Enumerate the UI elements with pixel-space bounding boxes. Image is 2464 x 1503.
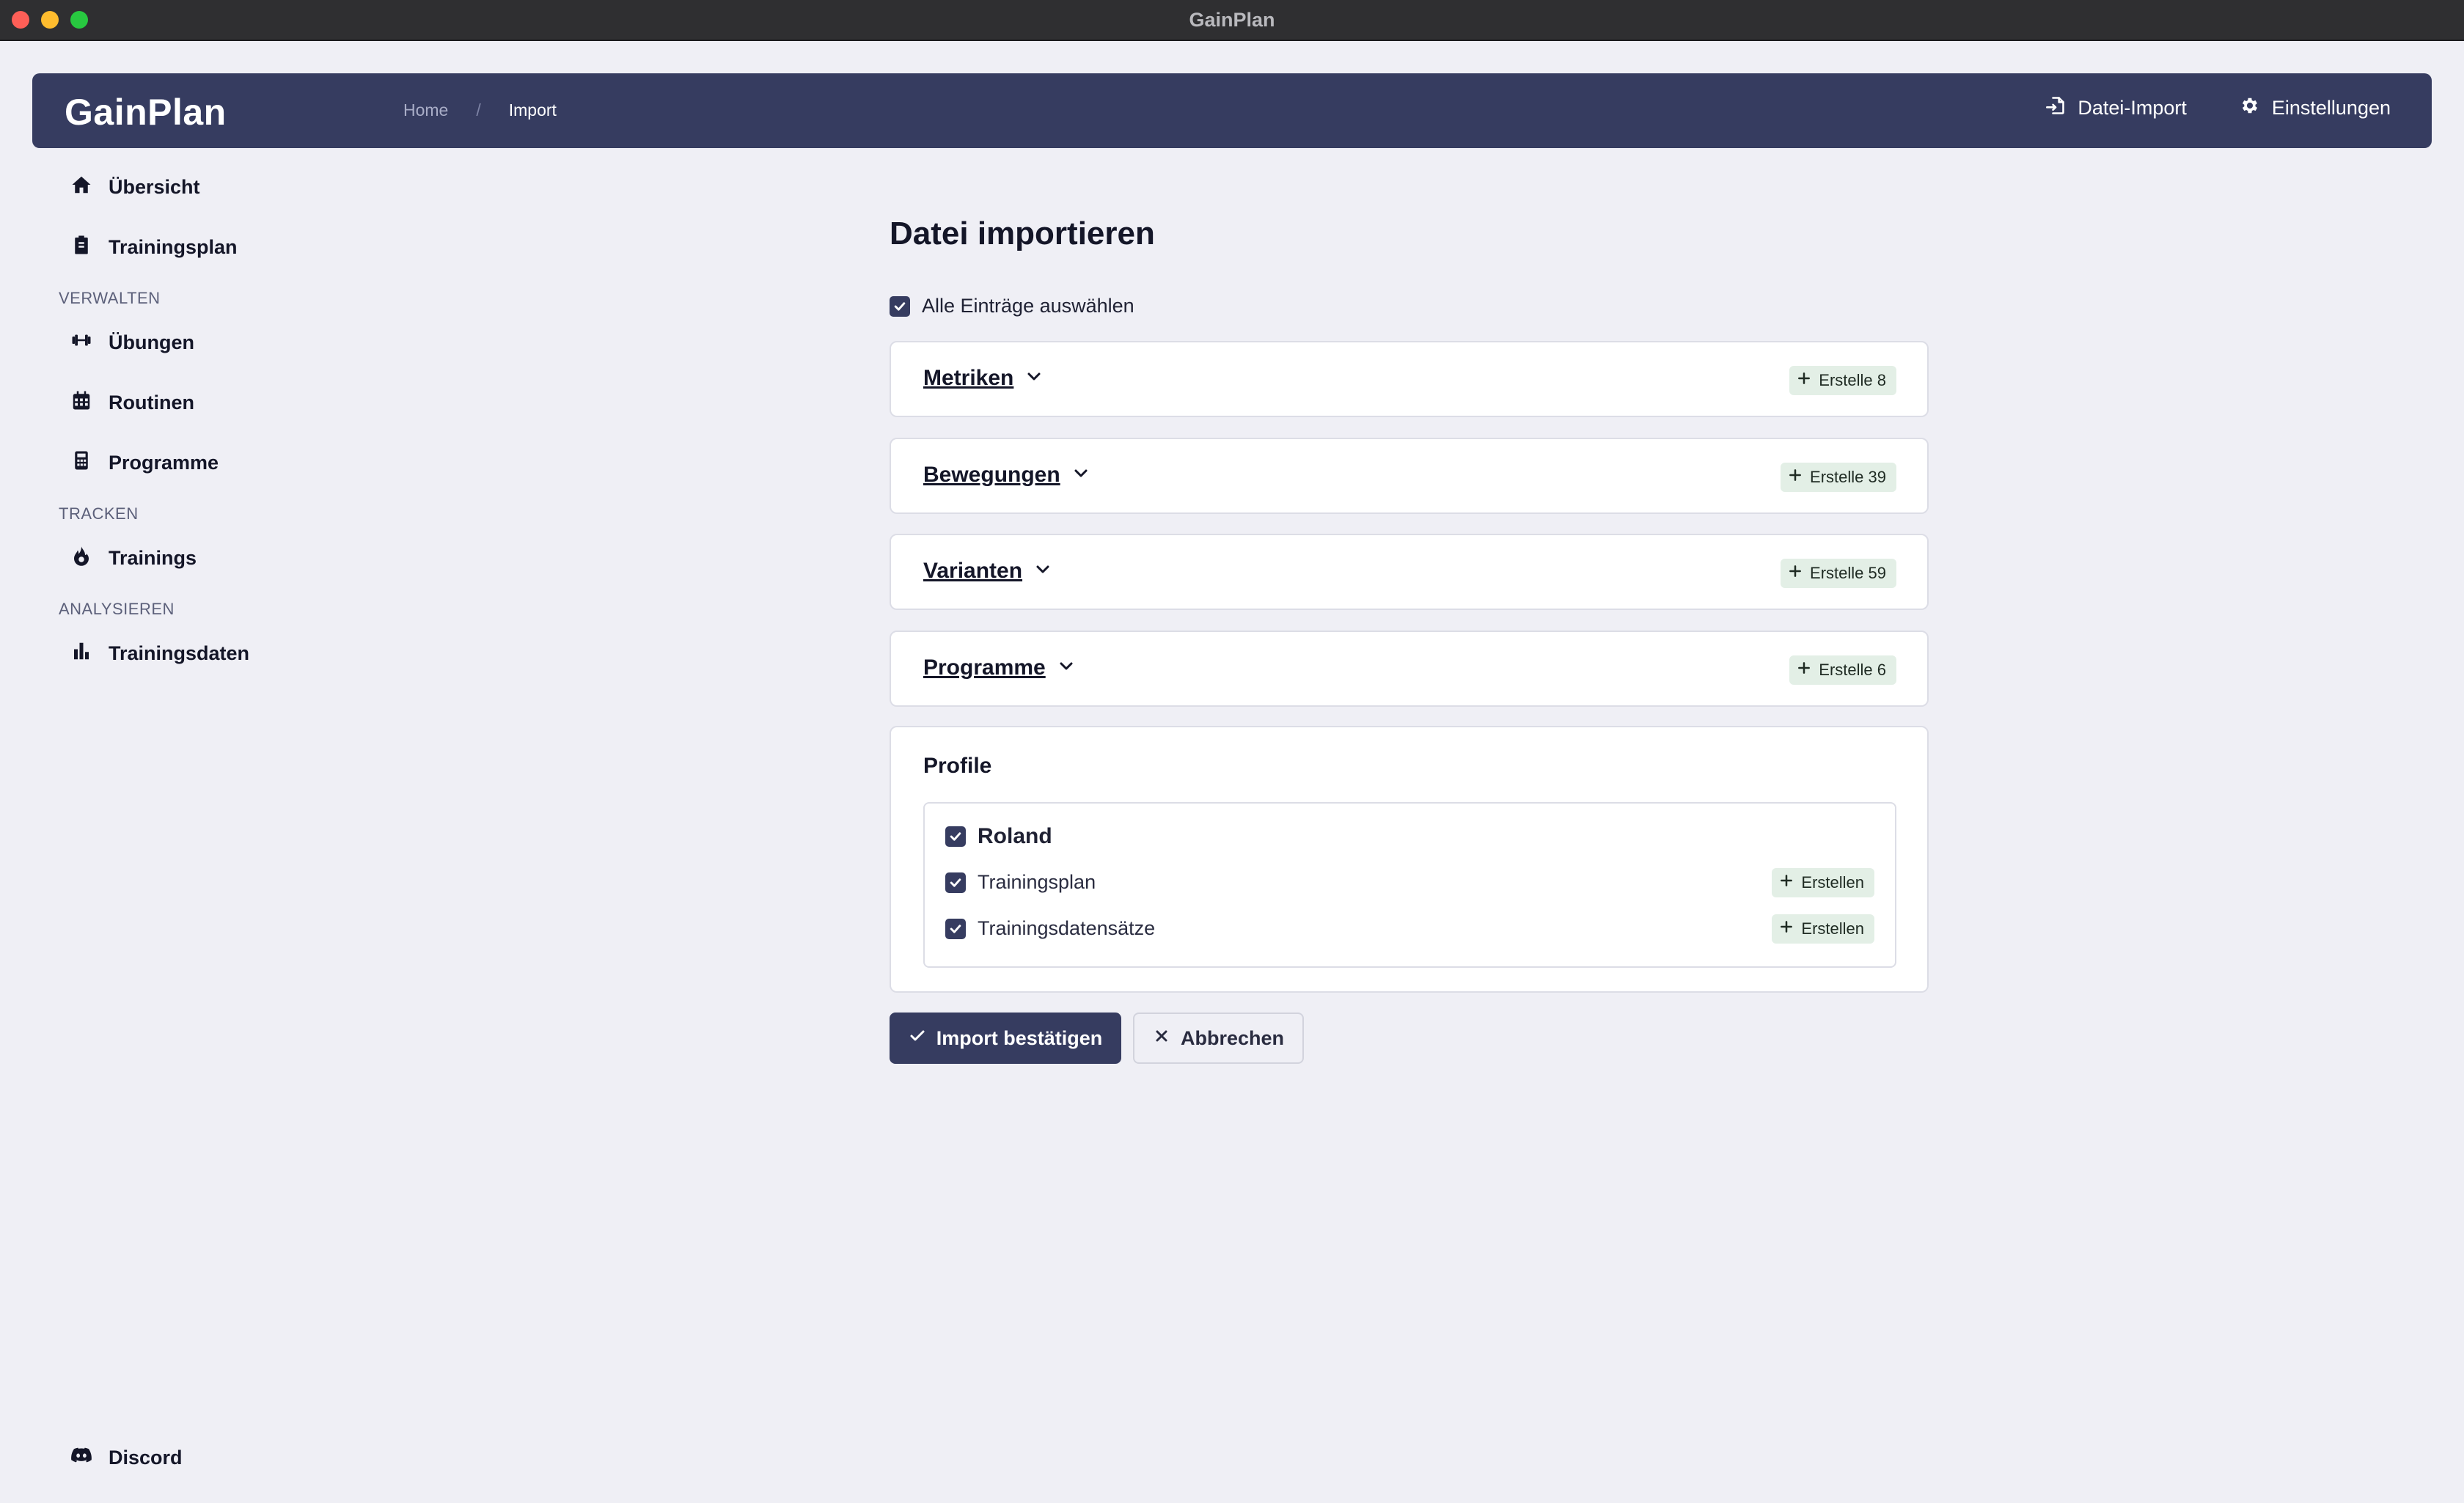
plus-icon bbox=[1788, 468, 1803, 487]
profiles-card: Profile Roland Trainingsplan Erstellen T… bbox=[890, 726, 1929, 993]
window-title: GainPlan bbox=[1189, 9, 1275, 31]
sidebar-item-trainingsdaten[interactable]: Trainingsdaten bbox=[70, 635, 367, 672]
sidebar-section-title: ANALYSIEREN bbox=[59, 600, 175, 618]
sidebar-item-label: Trainingsdaten bbox=[109, 642, 250, 664]
flame-icon bbox=[70, 545, 92, 572]
profile-option-row[interactable]: Trainingsdatensätze Erstellen bbox=[945, 914, 1874, 944]
file-import-button[interactable]: Datei-Import bbox=[2045, 95, 2187, 121]
app-header: GainPlan Home / Import Datei-Import Eins… bbox=[32, 73, 2432, 148]
breadcrumb: Home / Import bbox=[403, 100, 557, 120]
file-import-label: Datei-Import bbox=[2078, 97, 2187, 119]
accordion-metriken[interactable]: Metriken Erstelle 8 bbox=[890, 341, 1929, 417]
checkbox-checked[interactable] bbox=[945, 826, 966, 847]
profiles-heading: Profile bbox=[923, 754, 992, 778]
sidebar-item-overview[interactable]: Übersicht bbox=[70, 169, 367, 205]
create-badge: Erstellen bbox=[1772, 868, 1874, 897]
profile-option-label: Trainingsplan bbox=[978, 871, 1096, 893]
accordion-label: Metriken bbox=[923, 366, 1014, 390]
sidebar-item-label: Routinen bbox=[109, 391, 194, 414]
sidebar-item-trainings[interactable]: Trainings bbox=[70, 540, 367, 576]
check-icon bbox=[909, 1027, 926, 1050]
dumbbell-icon bbox=[70, 329, 92, 356]
profile-option-label: Trainingsdatensätze bbox=[978, 917, 1156, 939]
sidebar-item-routinen[interactable]: Routinen bbox=[70, 384, 367, 421]
create-count-badge: Erstelle 59 bbox=[1781, 559, 1896, 588]
plus-icon bbox=[1797, 371, 1811, 390]
select-all-label: Alle Einträge auswählen bbox=[922, 295, 1134, 317]
checkbox-checked[interactable] bbox=[945, 918, 966, 939]
sidebar-item-label: Übersicht bbox=[109, 175, 200, 198]
breadcrumb-current: Import bbox=[508, 100, 557, 120]
chevron-down-icon bbox=[1034, 559, 1052, 584]
accordion-programme[interactable]: Programme Erstelle 6 bbox=[890, 631, 1929, 707]
breadcrumb-home[interactable]: Home bbox=[403, 100, 448, 120]
badge-label: Erstellen bbox=[1801, 919, 1864, 938]
app-logo[interactable]: GainPlan bbox=[65, 91, 227, 133]
plus-icon bbox=[1779, 919, 1794, 938]
sidebar-item-label: Trainingsplan bbox=[109, 235, 238, 258]
sidebar-item-uebungen[interactable]: Übungen bbox=[70, 324, 367, 361]
checkbox-checked[interactable] bbox=[945, 872, 966, 893]
sidebar-section-title: VERWALTEN bbox=[59, 289, 161, 307]
create-count-badge: Erstelle 6 bbox=[1789, 655, 1896, 685]
create-count-badge: Erstelle 8 bbox=[1789, 366, 1896, 395]
sidebar-item-trainingsplan[interactable]: Trainingsplan bbox=[70, 229, 367, 265]
home-icon bbox=[70, 174, 92, 201]
calculator-icon bbox=[70, 449, 92, 477]
accordion-toggle[interactable]: Metriken bbox=[923, 366, 1043, 391]
bar-chart-icon bbox=[70, 640, 92, 667]
settings-label: Einstellungen bbox=[2271, 97, 2391, 119]
select-all-checkbox[interactable]: Alle Einträge auswählen bbox=[890, 295, 1134, 317]
plus-icon bbox=[1779, 873, 1794, 892]
badge-label: Erstelle 6 bbox=[1819, 661, 1886, 679]
accordion-label: Varianten bbox=[923, 559, 1023, 583]
clipboard-icon bbox=[70, 234, 92, 261]
chevron-down-icon bbox=[1072, 463, 1090, 488]
cancel-label: Abbrechen bbox=[1180, 1026, 1285, 1049]
sidebar-section-title: TRACKEN bbox=[59, 504, 139, 523]
badge-label: Erstellen bbox=[1801, 873, 1864, 892]
accordion-toggle[interactable]: Bewegungen bbox=[923, 463, 1090, 488]
page-title: Datei importieren bbox=[890, 216, 1155, 251]
file-import-icon bbox=[2045, 95, 2066, 121]
accordion-bewegungen[interactable]: Bewegungen Erstelle 39 bbox=[890, 438, 1929, 514]
checkbox-checked[interactable] bbox=[890, 295, 910, 317]
chevron-down-icon bbox=[1025, 366, 1043, 391]
close-icon bbox=[1153, 1027, 1170, 1050]
badge-label: Erstelle 8 bbox=[1819, 371, 1886, 389]
plus-icon bbox=[1797, 661, 1811, 680]
settings-button[interactable]: Einstellungen bbox=[2240, 95, 2391, 121]
badge-label: Erstelle 59 bbox=[1810, 564, 1886, 582]
create-badge: Erstellen bbox=[1772, 914, 1874, 944]
accordion-toggle[interactable]: Varianten bbox=[923, 559, 1052, 584]
gear-icon bbox=[2240, 95, 2260, 121]
chevron-down-icon bbox=[1057, 655, 1075, 680]
breadcrumb-separator: / bbox=[476, 100, 481, 120]
sidebar-item-label: Trainings bbox=[109, 546, 197, 569]
calendar-icon bbox=[70, 389, 92, 416]
sidebar-item-label: Übungen bbox=[109, 331, 194, 353]
profile-option-row[interactable]: Trainingsplan Erstellen bbox=[945, 868, 1874, 897]
badge-label: Erstelle 39 bbox=[1810, 468, 1886, 486]
confirm-import-button[interactable]: Import bestätigen bbox=[890, 1013, 1121, 1064]
accordion-label: Bewegungen bbox=[923, 463, 1060, 487]
profile-box: Roland Trainingsplan Erstellen Trainings… bbox=[923, 802, 1896, 968]
discord-icon bbox=[70, 1444, 92, 1471]
sidebar-item-label: Discord bbox=[109, 1447, 183, 1469]
sidebar: Übersicht Trainingsplan VERWALTEN Übunge… bbox=[59, 169, 367, 695]
window-titlebar: GainPlan bbox=[0, 0, 2464, 41]
sidebar-item-label: Programme bbox=[109, 451, 219, 474]
sidebar-item-discord[interactable]: Discord bbox=[70, 1444, 183, 1471]
accordion-label: Programme bbox=[923, 655, 1046, 680]
plus-icon bbox=[1788, 564, 1803, 583]
accordion-toggle[interactable]: Programme bbox=[923, 655, 1075, 680]
create-count-badge: Erstelle 39 bbox=[1781, 463, 1896, 492]
cancel-button[interactable]: Abbrechen bbox=[1133, 1013, 1304, 1064]
profile-name: Roland bbox=[978, 824, 1052, 848]
profile-user-row[interactable]: Roland bbox=[945, 824, 1874, 849]
confirm-label: Import bestätigen bbox=[936, 1026, 1103, 1049]
sidebar-item-programme[interactable]: Programme bbox=[70, 444, 367, 481]
accordion-varianten[interactable]: Varianten Erstelle 59 bbox=[890, 534, 1929, 610]
